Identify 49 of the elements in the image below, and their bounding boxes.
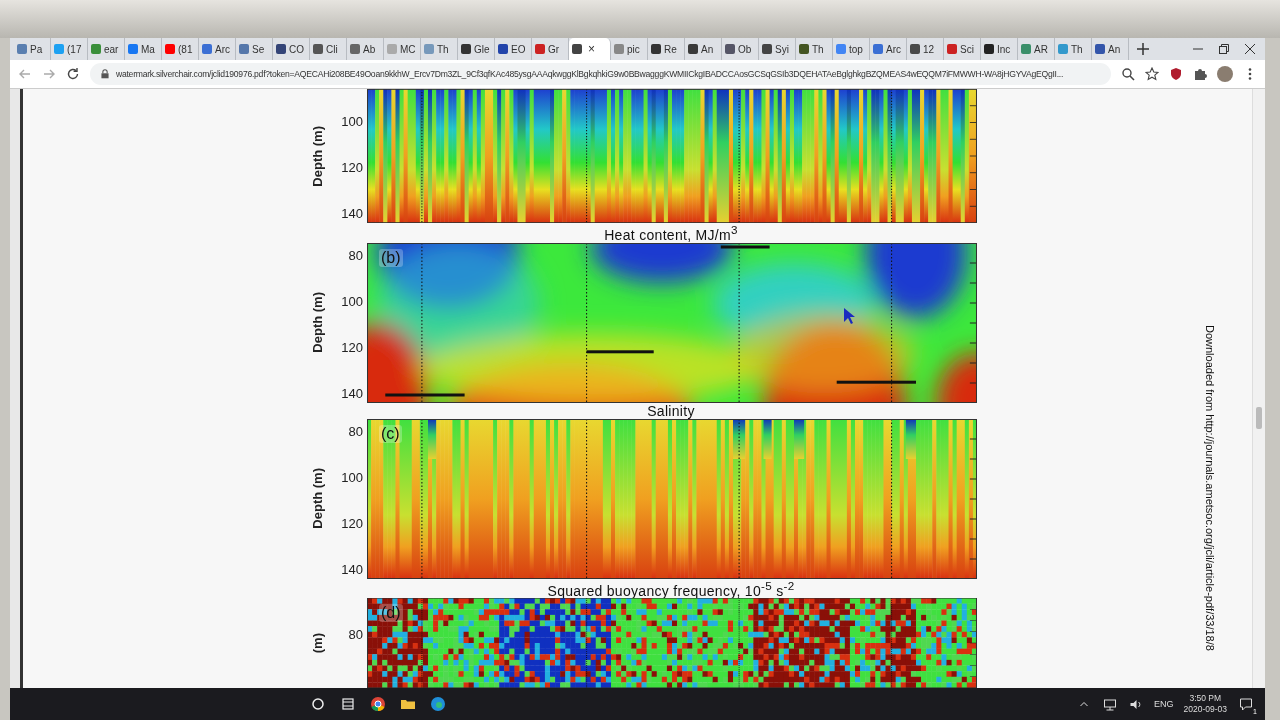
axis-label: Depth (m) — [309, 292, 325, 353]
tick-marks — [969, 609, 977, 678]
puzzle-icon[interactable] — [1193, 67, 1207, 81]
cursor-icon — [842, 306, 855, 325]
avatar[interactable] — [1217, 66, 1233, 82]
tick-label: 120 — [341, 338, 363, 357]
plot-title: Salinity — [647, 402, 695, 419]
axis-label: (m) — [309, 633, 325, 654]
scrollbar[interactable] — [1252, 89, 1265, 688]
chrome-icon[interactable] — [370, 696, 386, 712]
tick-label: 140 — [341, 384, 363, 403]
panel-label: (b) — [379, 248, 403, 267]
browser-tab[interactable]: × — [569, 38, 611, 60]
language-indicator[interactable]: ENG — [1154, 699, 1174, 709]
tick-label: 80 — [348, 422, 363, 441]
tick-label: 80 — [348, 246, 363, 265]
depth-marker — [586, 349, 654, 353]
panel-label: (d) — [379, 604, 403, 623]
reload-icon[interactable] — [66, 67, 80, 81]
panel-label: (c) — [379, 424, 402, 443]
url-text: watermark.silverchair.com/jclid190976.pdf?token=AQECAHi208BE49Ooan9kkhW_Ercv7Dm3ZL_9Cf3qfKAc485ysgAAAqkwggKlBgkqhkiG9w0BBwagggKWMIICkgIBADCCAosGCSqGSIb3DQEHATAeBglghkgBZQMEAS4wEQQM7iFMWWH-WA8jHGYVAgEQgII... — [116, 69, 1064, 79]
restore-icon[interactable] — [1219, 44, 1229, 54]
tick-label: 80 — [348, 626, 363, 645]
address-bar[interactable] — [90, 63, 1111, 85]
close-icon[interactable]: × — [588, 42, 595, 56]
axis-label: Depth (m) — [309, 468, 325, 529]
search-icon[interactable] — [310, 696, 326, 712]
star-icon[interactable] — [1145, 67, 1159, 81]
lock-icon — [100, 69, 110, 79]
tick-label: 140 — [341, 205, 363, 223]
tick-label: 120 — [341, 159, 363, 177]
download-note: Downloaded from http://journals.ametsoc.org/jcli/article-pdf/33/18/8 — [1204, 325, 1216, 651]
close-icon[interactable] — [1245, 44, 1255, 54]
tick-label: 100 — [341, 468, 363, 487]
plus-icon[interactable] — [1135, 41, 1151, 57]
tick-label: 100 — [341, 113, 363, 131]
tick-label: 120 — [341, 514, 363, 533]
tick-label: 100 — [341, 292, 363, 311]
tick-label: 140 — [341, 560, 363, 579]
shield-icon[interactable] — [1169, 67, 1183, 81]
depth-marker — [720, 245, 770, 249]
task-view-icon[interactable] — [340, 696, 356, 712]
clock-date: 2020-09-03 — [1183, 704, 1227, 715]
plot-title: Heat content, MJ/m$^{3}$ — [604, 223, 738, 243]
network-icon[interactable] — [1102, 697, 1118, 711]
plot-title: Squared buoyancy frequency, 10$^{-5}$ s$^{-2}$ — [547, 578, 795, 599]
clock-time: 3:50 PM — [1189, 693, 1222, 704]
zoom-icon[interactable] — [1121, 67, 1135, 81]
axis-label: Depth (m) — [309, 125, 325, 187]
